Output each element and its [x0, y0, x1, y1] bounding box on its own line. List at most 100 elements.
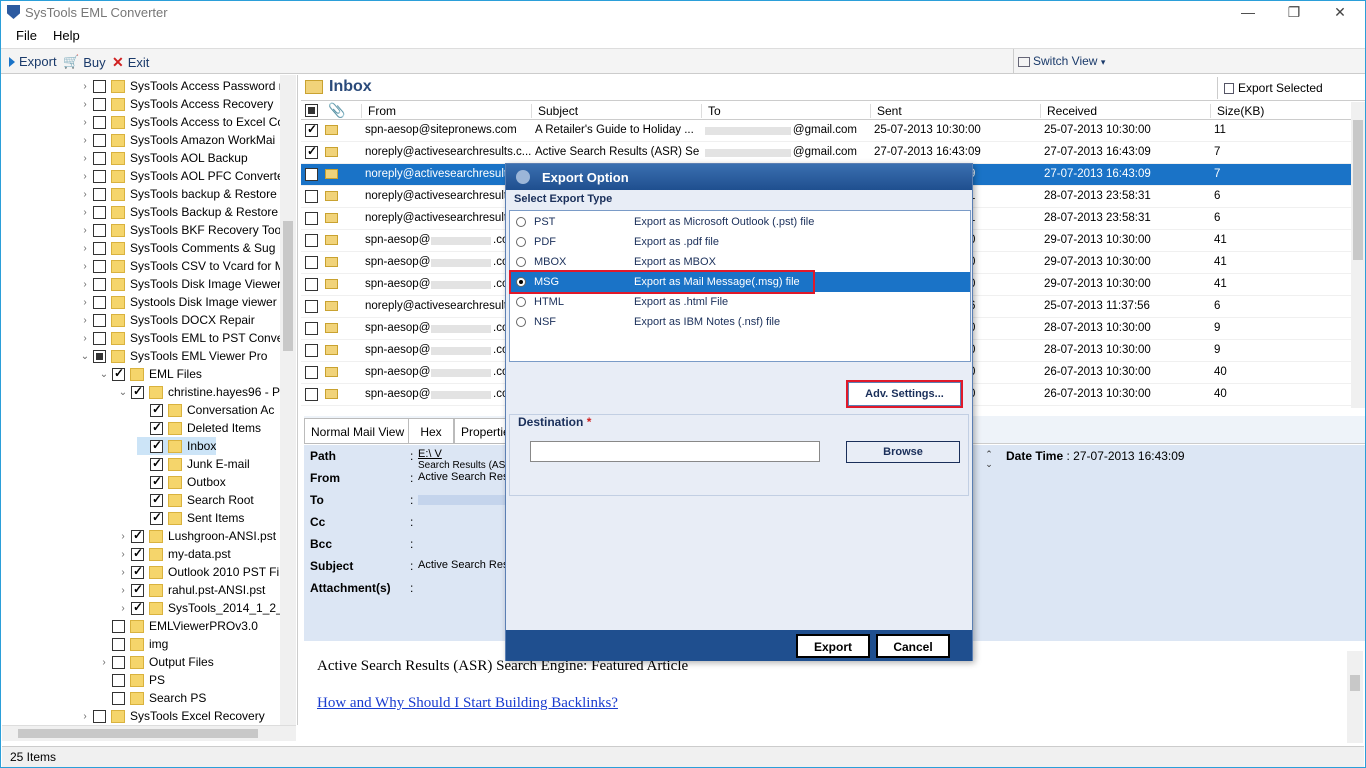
mail-row-checkbox[interactable]	[305, 256, 318, 269]
tree-checkbox[interactable]	[93, 241, 106, 255]
collapse-arrow-icon[interactable]: ⌄	[99, 369, 109, 380]
tree-checkbox[interactable]	[93, 349, 106, 363]
mail-row-checkbox[interactable]	[305, 322, 318, 335]
expand-arrow-icon[interactable]: ›	[80, 279, 90, 290]
tree-checkbox[interactable]	[93, 133, 106, 147]
expand-arrow-icon[interactable]: ›	[80, 117, 90, 128]
export-option-html[interactable]: HTML Export as .html File	[510, 292, 970, 312]
tree-checkbox[interactable]	[112, 673, 125, 687]
tree-item[interactable]: › SysTools Excel Recovery	[80, 707, 264, 725]
tree-item[interactable]: › SysTools DOCX Repair	[80, 311, 254, 329]
tree-checkbox[interactable]	[112, 655, 125, 669]
browse-button[interactable]: Browse	[846, 441, 960, 463]
tree-checkbox[interactable]	[112, 691, 125, 705]
tree-item[interactable]: Sent Items	[137, 509, 244, 527]
tree-checkbox[interactable]	[93, 223, 106, 237]
tree-checkbox[interactable]	[112, 637, 125, 651]
col-size[interactable]: Size(KB)	[1210, 104, 1264, 118]
tree-item[interactable]: › Systools Disk Image viewer	[80, 293, 276, 311]
mail-row-checkbox[interactable]	[305, 212, 318, 225]
tree-checkbox[interactable]	[93, 205, 106, 219]
expand-arrow-icon[interactable]: ›	[118, 549, 128, 560]
tree-item[interactable]: › SysTools BKF Recovery Tool	[80, 221, 284, 239]
tree-item[interactable]: › Outlook 2010 PST Fi	[118, 563, 279, 581]
tree-horizontal-scrollbar[interactable]	[2, 725, 296, 741]
expand-arrow-icon[interactable]: ›	[80, 711, 90, 722]
tree-item[interactable]: › SysTools Backup & Restore	[80, 203, 278, 221]
expand-arrow-icon[interactable]: ›	[80, 315, 90, 326]
mail-row-checkbox[interactable]	[305, 300, 318, 313]
tree-item[interactable]: › SysTools AOL Backup	[80, 149, 247, 167]
expand-arrow-icon[interactable]: ›	[80, 261, 90, 272]
radio-button[interactable]	[516, 257, 526, 267]
mail-row-checkbox[interactable]	[305, 166, 318, 181]
tree-item[interactable]: › SysTools Amazon WorkMai	[80, 131, 275, 149]
path-value[interactable]: E:\ V	[418, 448, 442, 460]
expand-arrow-icon[interactable]: ›	[80, 297, 90, 308]
radio-button[interactable]	[516, 237, 526, 247]
tree-checkbox[interactable]	[93, 79, 106, 93]
switch-view-button[interactable]: Switch View ▾	[1013, 49, 1363, 74]
mail-row-checkbox[interactable]	[305, 278, 318, 291]
expand-arrow-icon[interactable]: ›	[118, 585, 128, 596]
adv-settings-button[interactable]: Adv. Settings...	[848, 382, 961, 406]
tree-checkbox[interactable]	[131, 384, 144, 399]
mail-row-checkbox[interactable]	[305, 344, 318, 357]
close-button[interactable]: ✕	[1317, 1, 1363, 24]
expand-arrow-icon[interactable]: ›	[99, 657, 109, 668]
expand-arrow-icon[interactable]: ›	[80, 153, 90, 164]
expand-arrow-icon[interactable]: ›	[80, 81, 90, 92]
export-option-mbox[interactable]: MBOX Export as MBOX	[510, 252, 970, 272]
tree-checkbox[interactable]	[150, 474, 163, 489]
export-option-pst[interactable]: PST Export as Microsoft Outlook (.pst) fi…	[510, 212, 970, 232]
mail-row-checkbox[interactable]	[305, 122, 318, 137]
tree-item[interactable]: › rahul.pst-ANSI.pst	[118, 581, 265, 599]
dialog-cancel-button[interactable]: Cancel	[876, 634, 950, 658]
menu-help[interactable]: Help	[53, 28, 80, 43]
tree-checkbox[interactable]	[131, 564, 144, 579]
tree-checkbox[interactable]	[93, 709, 106, 723]
mail-row-checkbox[interactable]	[305, 366, 318, 379]
tree-item[interactable]: Outbox	[137, 473, 226, 491]
mail-row-checkbox[interactable]	[305, 388, 318, 401]
tree-checkbox[interactable]	[93, 187, 106, 201]
mail-row-checkbox[interactable]	[305, 144, 318, 159]
tree-vertical-scrollbar[interactable]	[280, 75, 296, 725]
tree-item[interactable]: › SysTools Access to Excel Co	[80, 113, 284, 131]
tree-item[interactable]: Junk E-mail	[137, 455, 250, 473]
tree-item[interactable]: › SysTools Access Recovery	[80, 95, 273, 113]
col-from[interactable]: From	[361, 104, 396, 118]
tree-checkbox[interactable]	[93, 115, 106, 129]
expand-arrow-icon[interactable]: ›	[80, 243, 90, 254]
tree-checkbox[interactable]	[150, 456, 163, 471]
tree-item[interactable]: Deleted Items	[137, 419, 261, 437]
mail-row[interactable]: spn-aesop@sitepronews.com A Retailer's Gu…	[301, 120, 1351, 142]
tree-item[interactable]: ⌄ SysTools EML Viewer Pro	[80, 347, 268, 365]
tree-checkbox[interactable]	[131, 528, 144, 543]
tree-item[interactable]: › SysTools_2014_1_2_1	[118, 599, 289, 617]
tree-checkbox[interactable]	[93, 295, 106, 309]
expand-arrow-icon[interactable]: ›	[80, 207, 90, 218]
tree-checkbox[interactable]	[131, 600, 144, 615]
expand-arrow-icon[interactable]: ›	[80, 189, 90, 200]
expand-arrow-icon[interactable]: ›	[80, 225, 90, 236]
mail-row-checkbox[interactable]	[305, 190, 318, 203]
scroll-thumb[interactable]	[283, 221, 293, 351]
tree-checkbox[interactable]	[150, 438, 163, 453]
tree-item[interactable]: Search Root	[137, 491, 254, 509]
tree-checkbox[interactable]	[112, 366, 125, 381]
tree-checkbox[interactable]	[150, 420, 163, 435]
tree-item[interactable]: ⌄ EML Files	[99, 365, 202, 383]
tree-checkbox[interactable]	[150, 510, 163, 525]
expand-arrow-icon[interactable]: ›	[118, 567, 128, 578]
tree-checkbox[interactable]	[93, 313, 106, 327]
tree-checkbox[interactable]	[131, 582, 144, 597]
radio-button[interactable]	[516, 317, 526, 327]
expand-arrow-icon[interactable]: ›	[80, 171, 90, 182]
tree-item[interactable]: PS	[99, 671, 165, 689]
scroll-thumb[interactable]	[1350, 675, 1360, 691]
expand-arrow-icon[interactable]: ›	[80, 333, 90, 344]
destination-input[interactable]	[530, 441, 820, 462]
mail-row[interactable]: noreply@activesearchresults.c... Active S…	[301, 142, 1351, 164]
tab-normal-mail-view[interactable]: Normal Mail View	[304, 418, 412, 444]
